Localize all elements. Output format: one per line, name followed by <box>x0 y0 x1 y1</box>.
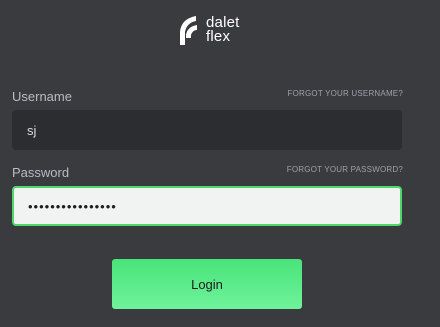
username-label: Username <box>12 89 72 104</box>
brand-name: dalet flex <box>206 15 240 45</box>
dalet-flex-logo-icon <box>180 16 197 45</box>
brand-logo: dalet flex <box>176 12 266 48</box>
password-label: Password <box>12 165 70 180</box>
password-input[interactable] <box>12 186 402 226</box>
username-input[interactable] <box>12 110 402 150</box>
forgot-password-link[interactable]: FORGOT YOUR PASSWORD? <box>287 165 403 174</box>
forgot-username-link[interactable]: FORGOT YOUR USERNAME? <box>288 89 403 98</box>
login-button[interactable]: Login <box>112 259 302 309</box>
brand-line2: flex <box>206 28 231 45</box>
login-page: dalet flex Username FORGOT YOUR USERNAME… <box>0 0 440 327</box>
